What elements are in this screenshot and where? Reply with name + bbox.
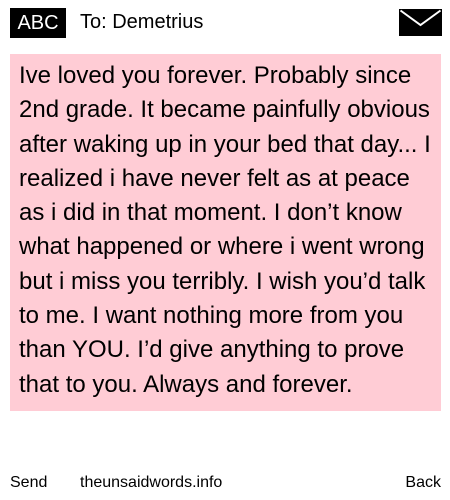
message-header: ABC To: Demetrius [0,0,450,44]
site-credit: theunsaidwords.info [80,474,223,491]
message-body[interactable]: Ive loved you forever. Probably since 2n… [19,59,439,402]
input-mode-badge: ABC [10,8,66,38]
back-button[interactable]: Back [405,472,441,494]
message-compose-area[interactable]: Ive loved you forever. Probably since 2n… [10,54,441,484]
send-button[interactable]: Send [10,472,47,494]
recipient-label: To: Demetrius [80,11,204,33]
envelope-icon [399,9,442,36]
softkey-bar: Send theunsaidwords.info Back [0,472,450,496]
